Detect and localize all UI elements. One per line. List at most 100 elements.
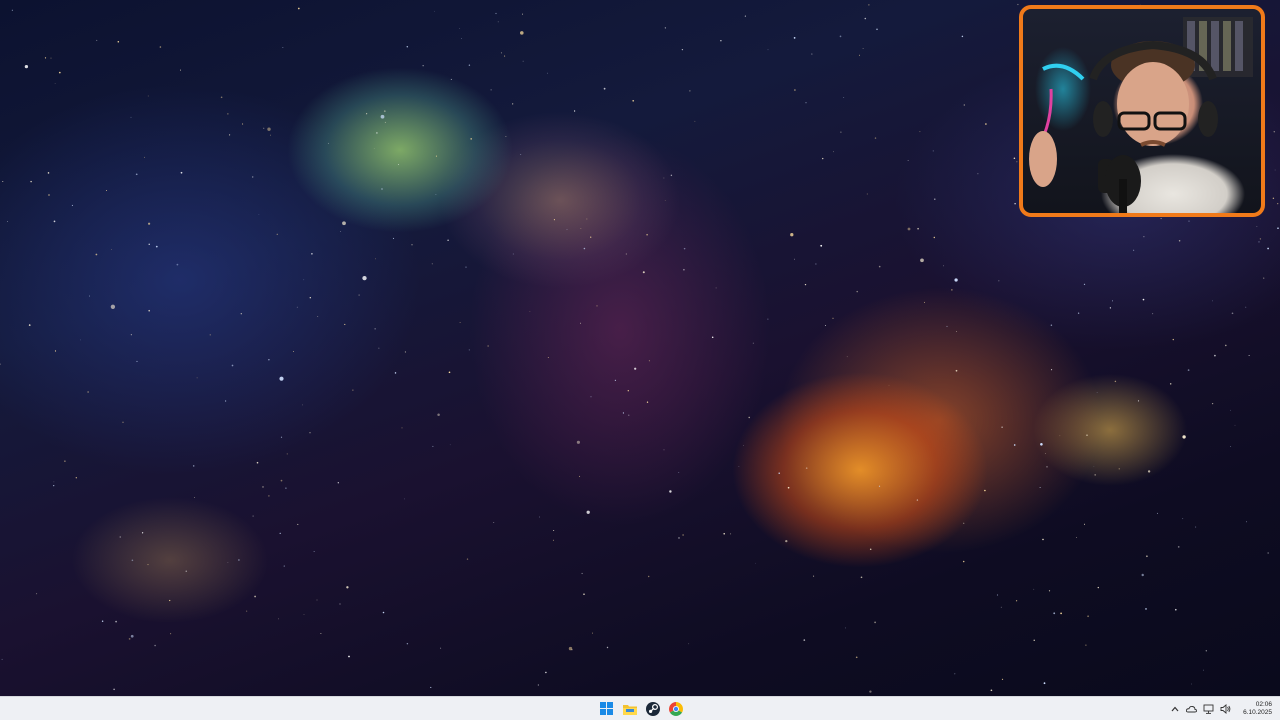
star: [500, 52, 502, 54]
star: [920, 258, 924, 263]
star: [1205, 650, 1207, 652]
star: [1053, 612, 1056, 615]
taskbar-clock[interactable]: 02:06 6.10.2025: [1243, 701, 1272, 717]
star: [95, 253, 98, 256]
star: [493, 522, 495, 523]
star: [934, 198, 936, 200]
star: [1001, 678, 1004, 681]
star: [1077, 312, 1080, 314]
star: [1224, 344, 1227, 347]
star: [794, 89, 796, 91]
star: [748, 416, 750, 419]
star: [956, 331, 957, 332]
volume-icon[interactable]: [1220, 704, 1231, 715]
star: [1267, 552, 1269, 554]
star: [907, 227, 911, 231]
star: [581, 572, 583, 575]
star: [404, 351, 406, 353]
star: [683, 268, 685, 271]
star: [583, 593, 585, 596]
star: [1160, 218, 1162, 220]
star: [344, 323, 346, 325]
star: [1277, 202, 1279, 205]
star: [681, 48, 684, 51]
star: [378, 347, 380, 349]
steam-button[interactable]: [644, 700, 661, 717]
star: [1085, 644, 1087, 646]
star: [868, 4, 870, 6]
webcam-person-silhouette: [1029, 17, 1253, 213]
star: [431, 263, 433, 265]
star: [461, 37, 462, 39]
star: [1112, 300, 1113, 302]
star: [856, 290, 858, 293]
star: [688, 643, 690, 645]
file-explorer-button[interactable]: [621, 700, 638, 717]
taskbar-pinned-apps: [598, 700, 684, 717]
star: [576, 440, 580, 444]
star: [785, 539, 788, 543]
network-icon[interactable]: [1203, 704, 1214, 715]
star: [374, 328, 376, 330]
star: [606, 646, 609, 649]
star: [1033, 639, 1035, 641]
star: [110, 304, 116, 309]
star: [822, 157, 824, 160]
star: [790, 233, 794, 237]
star: [320, 632, 322, 634]
star: [820, 244, 823, 247]
star: [397, 164, 399, 166]
star: [614, 379, 617, 382]
star: [628, 414, 630, 416]
start-button[interactable]: [598, 700, 615, 717]
star: [251, 176, 254, 178]
star: [1172, 338, 1174, 341]
star: [1017, 3, 1019, 6]
star: [1248, 355, 1250, 356]
star: [303, 614, 305, 616]
star: [115, 620, 117, 623]
star: [961, 35, 964, 38]
star: [625, 253, 627, 255]
star: [583, 247, 586, 250]
star: [1175, 608, 1177, 611]
star: [263, 127, 265, 129]
star: [246, 610, 248, 612]
star: [1093, 465, 1095, 467]
star: [283, 565, 285, 567]
star: [990, 689, 993, 692]
star: [1187, 369, 1190, 371]
star: [1246, 521, 1247, 523]
star: [825, 325, 826, 327]
star: [279, 376, 284, 381]
star: [1109, 307, 1112, 309]
star: [106, 190, 107, 191]
clock-date: 6.10.2025: [1243, 709, 1272, 716]
chevron-up-icon[interactable]: [1169, 704, 1180, 715]
star: [1267, 247, 1269, 250]
star: [586, 510, 590, 514]
star: [586, 218, 588, 220]
star: [256, 461, 259, 464]
chrome-button[interactable]: [667, 700, 684, 717]
star: [282, 47, 284, 48]
star: [1051, 369, 1053, 371]
star: [170, 633, 172, 635]
star: [466, 558, 469, 560]
star: [286, 453, 288, 455]
star: [1258, 241, 1260, 243]
star: [642, 271, 645, 274]
star: [946, 325, 948, 327]
star: [303, 279, 305, 281]
star: [646, 401, 649, 403]
star: [568, 646, 573, 651]
star: [1263, 277, 1265, 279]
star: [1277, 227, 1279, 230]
star: [547, 356, 549, 358]
star: [309, 297, 311, 299]
star: [1152, 313, 1154, 315]
star: [148, 222, 151, 225]
onedrive-icon[interactable]: [1186, 704, 1198, 715]
star: [547, 72, 548, 74]
star: [352, 389, 354, 391]
